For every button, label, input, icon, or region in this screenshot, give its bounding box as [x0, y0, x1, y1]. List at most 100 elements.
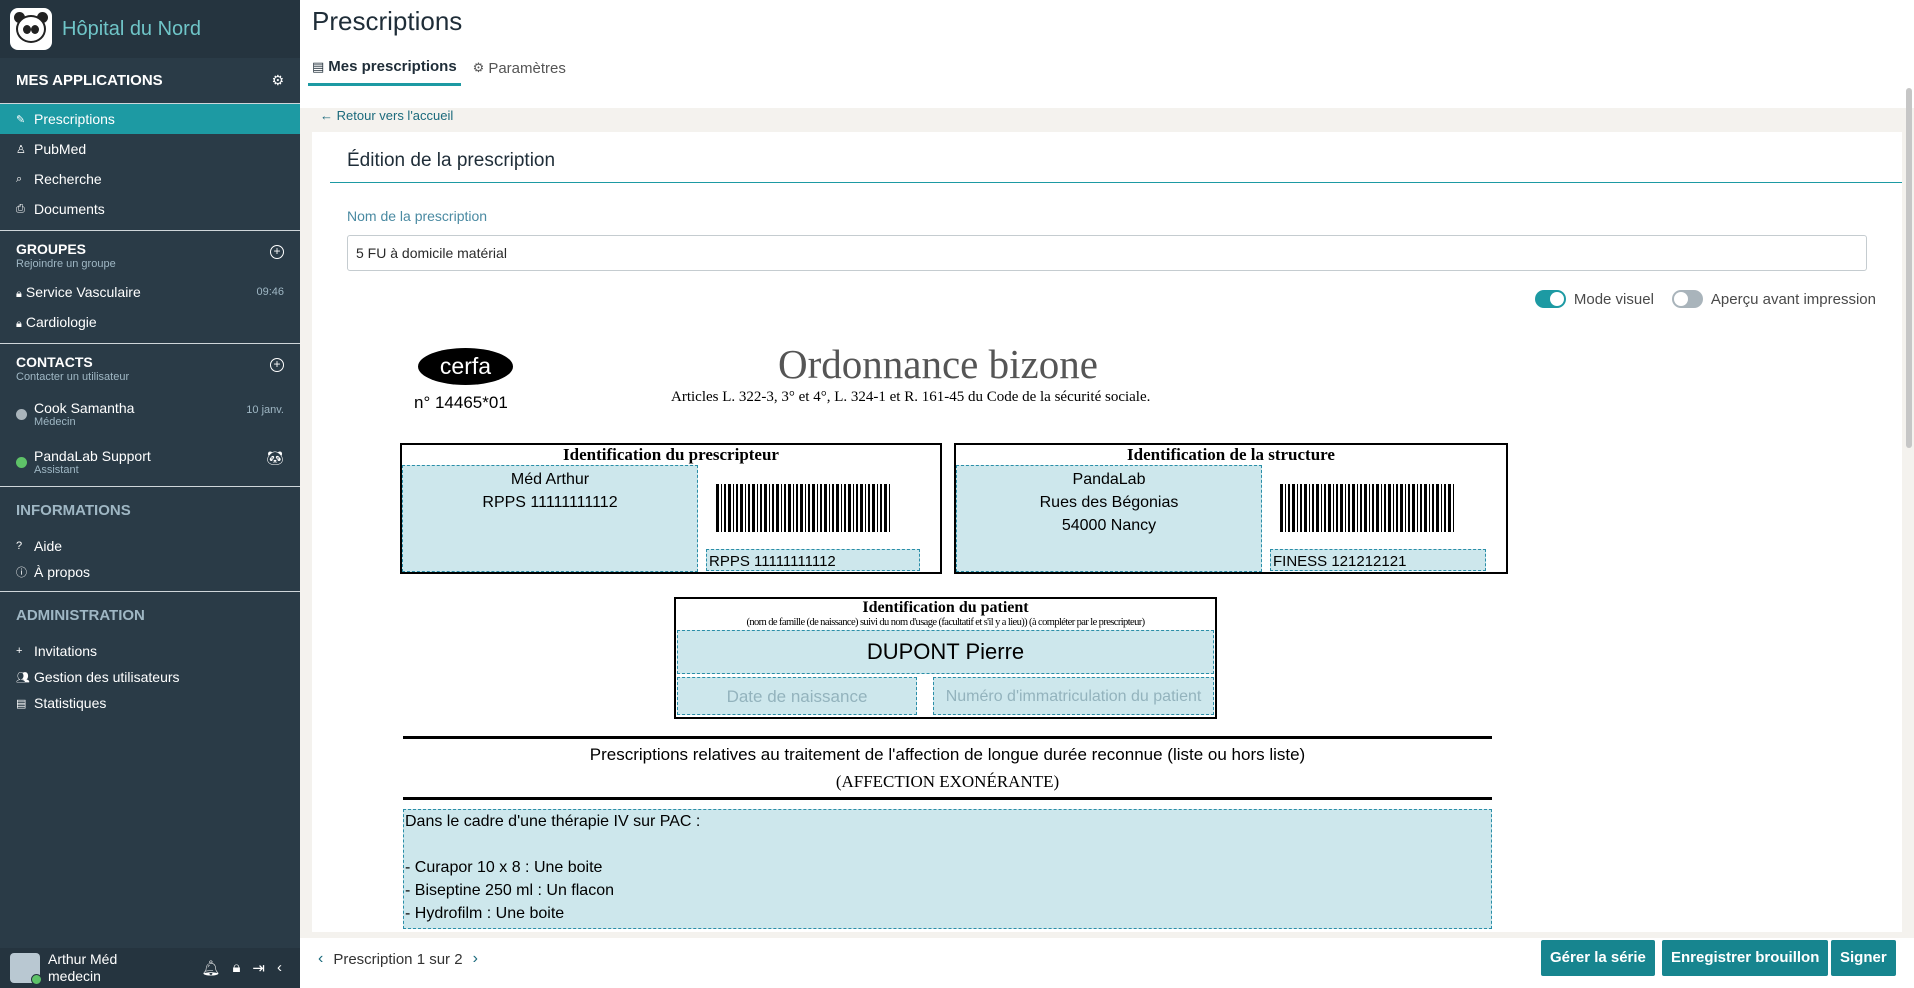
barcode-bar [860, 484, 863, 532]
topbar: Prescriptions ▤ Mes prescriptions ⚙ Para… [300, 0, 1914, 108]
back-link[interactable]: ← Retour vers l'accueil [320, 108, 453, 123]
tab-mes-prescriptions[interactable]: ▤ Mes prescriptions [308, 54, 461, 86]
structure-fields[interactable]: PandaLab Rues des Bégonias 54000 Nancy [956, 465, 1262, 572]
barcode-bar [1400, 484, 1403, 532]
tab-label: Paramètres [488, 59, 566, 77]
barcode-bar [1412, 484, 1415, 532]
barcode-bar [868, 484, 870, 532]
patient-box-title: Identification du patient [862, 599, 1029, 616]
barcode-bar [745, 484, 746, 532]
barcode-bar [856, 484, 858, 532]
search-icon: ⌕ [16, 172, 23, 185]
prescription-name-label: Nom de la prescription [347, 208, 488, 224]
prescriber-box-title: Identification du prescripteur [563, 445, 779, 464]
sidebar-item-invitations[interactable]: + Invitations [0, 638, 300, 664]
barcode-bar [784, 484, 786, 532]
gear-icon[interactable]: ⚙ [271, 72, 284, 89]
barcode-bar [884, 484, 887, 532]
tab-parametres[interactable]: ⚙ Paramètres [469, 54, 570, 86]
barcode-bar [880, 484, 882, 532]
barcode-bar [760, 484, 762, 532]
barcode-bar [877, 484, 878, 532]
sidebar-item-recherche[interactable]: ⌕ Recherche [0, 164, 300, 194]
visual-mode-label: Mode visuel [1573, 290, 1654, 308]
collapse-chevron-icon[interactable]: ‹ [277, 959, 282, 977]
add-group-icon[interactable]: + [270, 245, 284, 259]
barcode-bar [796, 484, 798, 532]
barcode-bar [1372, 484, 1374, 532]
visual-mode-toggle[interactable] [1534, 290, 1566, 308]
join-group-link[interactable]: Rejoindre un groupe [16, 258, 284, 270]
section-title: Édition de la prescription [347, 150, 556, 171]
chevron-left-icon[interactable]: ‹ [318, 950, 323, 968]
structure-city: 54000 Nancy [1061, 517, 1157, 534]
barcode-bar [1348, 484, 1350, 532]
contact-user-link[interactable]: Contacter un utilisateur [16, 371, 284, 383]
prescriber-rpps: RPPS 11111111112 [482, 494, 618, 511]
prescription-name-input[interactable]: 5 FU à domicile matérial [347, 235, 1867, 271]
barcode-bar [1405, 484, 1406, 532]
gear-icon: ⚙ [472, 60, 485, 75]
ald-top-rule [403, 736, 1492, 739]
back-link-label: Retour vers l'accueil [336, 108, 454, 123]
brand[interactable]: Hôpital du Nord [0, 0, 300, 58]
structure-street: Rues des Bégonias [1039, 494, 1179, 511]
group-label: Service Vasculaire [25, 283, 141, 300]
sidebar-item-prescriptions[interactable]: ✎ Prescriptions [0, 104, 300, 134]
logout-icon[interactable]: ⇥ [252, 959, 265, 977]
group-time: 09:46 [256, 286, 284, 298]
sidebar-item-pubmed[interactable]: ♙ PubMed [0, 134, 300, 164]
barcode-bar [748, 484, 750, 532]
structure-name: PandaLab [1072, 471, 1146, 488]
patient-name-field[interactable]: DUPONT Pierre [677, 630, 1214, 674]
barcode-bar [1324, 484, 1326, 532]
stats-icon: ▤ [16, 697, 27, 710]
barcode-bar [1408, 484, 1410, 532]
barcode-bar [716, 484, 719, 532]
prescriber-barcode-text[interactable]: RPPS 11111111112 [706, 549, 920, 571]
prescriber-barcode [716, 484, 892, 532]
bell-icon[interactable]: 🔔︎ [201, 959, 220, 977]
sidebar-item-a-propos[interactable]: ⓘ À propos [0, 559, 300, 585]
barcode-bar [853, 484, 854, 532]
contact-role: Médecin [34, 416, 76, 428]
barcode-bar [1364, 484, 1367, 532]
sidebar-item-label: Gestion des utilisateurs [34, 669, 180, 685]
form-subtitle: Articles L. 322-3, 3° et 4°, L. 324-1 et… [671, 389, 1151, 405]
vertical-scrollbar[interactable] [1906, 88, 1912, 448]
avatar[interactable] [10, 953, 42, 985]
ald-bottom-rule [403, 797, 1492, 800]
form-title: Ordonnance bizone [778, 341, 1098, 387]
sidebar-item-aide[interactable]: ? Aide [0, 533, 300, 559]
status-dot-icon [16, 456, 27, 468]
contact-pandalab-support[interactable]: PandaLab Support Assistant 🐼︎ [0, 438, 300, 486]
sidebar-item-statistiques[interactable]: ▤ Statistiques [0, 690, 300, 716]
barcode-bar [1424, 484, 1427, 532]
barcode-bar [812, 484, 815, 532]
patient-ssn-field[interactable]: Numéro d'immatriculation du patient [933, 677, 1214, 715]
sidebar-item-label: PubMed [34, 141, 87, 157]
sidebar-item-documents[interactable]: ⎙ Documents [0, 194, 300, 224]
cerfa-number: n° 14465*01 [414, 393, 508, 412]
barcode-bar [1333, 484, 1334, 532]
lock-icon[interactable]: 🔒︎ [232, 959, 240, 977]
tab-label: Mes prescriptions [328, 58, 457, 75]
barcode-bar [772, 484, 774, 532]
informations-title: INFORMATIONS [16, 501, 131, 519]
prescriber-fields[interactable]: Méd Arthur RPPS 11111111112 [402, 465, 698, 572]
structure-barcode-text[interactable]: FINESS 121212121 [1270, 549, 1486, 571]
ald-prescription-field[interactable]: Dans le cadre d'une thérapie IV sur PAC … [403, 809, 1492, 929]
sidebar-item-gestion-utilisateurs[interactable]: 👥︎ Gestion des utilisateurs [0, 664, 300, 690]
sidebar-group-cardiologie[interactable]: 🔒︎ Cardiologie [0, 307, 300, 337]
chevron-right-icon[interactable]: › [473, 950, 478, 968]
sign-button[interactable]: Signer [1831, 940, 1896, 976]
manage-series-button[interactable]: Gérer la série [1541, 940, 1655, 976]
sidebar-group-service-vasculaire[interactable]: 🔒︎ Service Vasculaire 09:46 [0, 277, 300, 307]
save-draft-button[interactable]: Enregistrer brouillon [1662, 940, 1829, 976]
print-preview-toggle[interactable] [1671, 290, 1703, 308]
birth-date-field[interactable]: Date de naissance [677, 677, 917, 715]
contact-cook-samantha[interactable]: Cook Samantha Médecin 10 janv. [0, 390, 300, 438]
add-contact-icon[interactable]: + [270, 358, 284, 372]
contact-name: Cook Samantha [34, 400, 135, 416]
barcode-bar [841, 484, 842, 532]
